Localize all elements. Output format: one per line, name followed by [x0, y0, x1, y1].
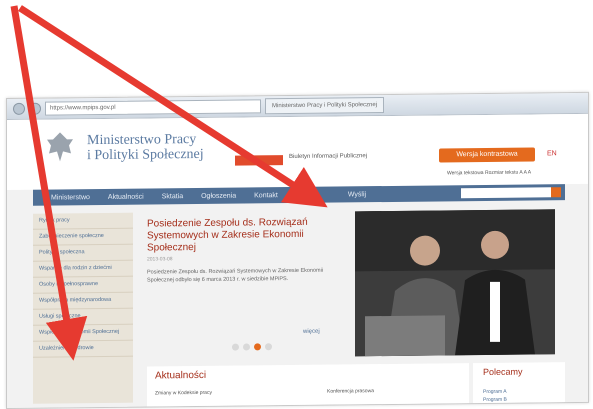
polecamy-item[interactable]: Program A	[483, 389, 507, 395]
carousel-dot-active[interactable]	[254, 343, 261, 351]
sidebar-item[interactable]: Polityka społeczna	[33, 244, 133, 262]
search-input[interactable]	[461, 187, 551, 199]
contrast-button[interactable]: Wersja kontrastowa	[439, 147, 535, 163]
aktualnosci-item[interactable]: Zmiany w Kodeksie pracy	[155, 390, 212, 398]
browser-window: https://www.mpips.gov.pl Ministerstwo Pr…	[6, 91, 589, 409]
web-page: Ministerstwo Pracy i Polityki Społecznej…	[7, 113, 588, 408]
nav-item-kontakt[interactable]: Kontakt	[254, 192, 278, 199]
sidebar-item[interactable]: Uzależnienia i zdrowie	[33, 340, 133, 358]
search-button[interactable]	[551, 187, 561, 198]
sidebar-menu: Rynek pracy Zabezpieczenie społeczne Pol…	[33, 212, 133, 404]
polecamy-item[interactable]: Program B	[483, 397, 507, 403]
sidebar-item[interactable]: Wsparcie dla rodzin z dziećmi	[33, 260, 133, 278]
site-brand[interactable]: Ministerstwo Pracy i Polityki Społecznej	[87, 132, 204, 163]
more-link[interactable]: więcej	[303, 329, 320, 335]
sidebar-item[interactable]: Osoby niepełnosprawne	[33, 276, 133, 294]
carousel-dot[interactable]	[243, 343, 250, 351]
featured-body: Posiedzenie Zespołu ds. Rozwiązań System…	[147, 267, 324, 284]
nav-item-sktatia[interactable]: Sktatia	[162, 193, 183, 200]
carousel-dot[interactable]	[265, 343, 272, 351]
brand-line2: i Polityki Społecznej	[87, 146, 204, 164]
aktualnosci-item[interactable]: Konferencja prasowa	[327, 388, 374, 395]
featured-date: 2013-03-08	[147, 256, 173, 263]
language-flag[interactable]: EN	[547, 150, 557, 157]
aktualnosci-section: Aktualności Zmiany w Kodeksie pracy Konf…	[147, 363, 469, 407]
sidebar-item[interactable]: Współpraca międzynarodowa	[33, 292, 133, 310]
bip-label[interactable]: Biuletyn Informacji Publicznej	[289, 153, 367, 160]
back-button[interactable]	[13, 102, 25, 115]
nav-item-aktualnosci[interactable]: Aktualności	[108, 193, 144, 200]
nav-item-ogloszenia[interactable]: Ogłoszenia	[201, 192, 236, 199]
aktualnosci-title: Aktualności	[155, 369, 207, 382]
featured-photo[interactable]	[355, 209, 555, 357]
address-bar-text: https://www.mpips.gov.pl	[50, 104, 116, 112]
site-header: Ministerstwo Pracy i Polityki Społecznej…	[7, 113, 588, 190]
browser-tab-title: Ministerstwo Pracy i Polityki Społecznej	[272, 102, 378, 110]
utility-links[interactable]: Wersja tekstowa Rozmiar tekstu A A A	[447, 170, 531, 177]
sidebar-item[interactable]: Rynek pracy	[33, 212, 133, 230]
polecamy-title: Polecamy	[483, 366, 523, 378]
nav-item-ministerstwo[interactable]: Ministerstwo	[51, 194, 90, 201]
sidebar-item-highlighted[interactable]: Usługi społeczne	[33, 308, 133, 326]
nav-item-extra[interactable]: Wyślij	[348, 191, 366, 198]
brand-line1: Ministerstwo Pracy	[87, 132, 197, 149]
sidebar-item[interactable]: Wspieranie Ekonomii Społecznej	[33, 324, 133, 342]
carousel-dots	[232, 343, 272, 351]
browser-tab[interactable]: Ministerstwo Pracy i Polityki Społecznej	[265, 97, 385, 115]
polecamy-section: Polecamy Program A Program B	[473, 362, 565, 404]
eagle-logo-icon[interactable]	[45, 129, 75, 165]
forward-button[interactable]	[29, 102, 41, 115]
featured-title[interactable]: Posiedzenie Zespołu ds. Rozwiązań System…	[147, 216, 347, 254]
carousel-dot[interactable]	[232, 343, 239, 351]
sidebar-item[interactable]: Zabezpieczenie społeczne	[33, 228, 133, 246]
bip-logo[interactable]	[235, 155, 283, 166]
featured-news: Posiedzenie Zespołu ds. Rozwiązań System…	[147, 216, 347, 338]
address-bar[interactable]: https://www.mpips.gov.pl	[45, 99, 261, 116]
